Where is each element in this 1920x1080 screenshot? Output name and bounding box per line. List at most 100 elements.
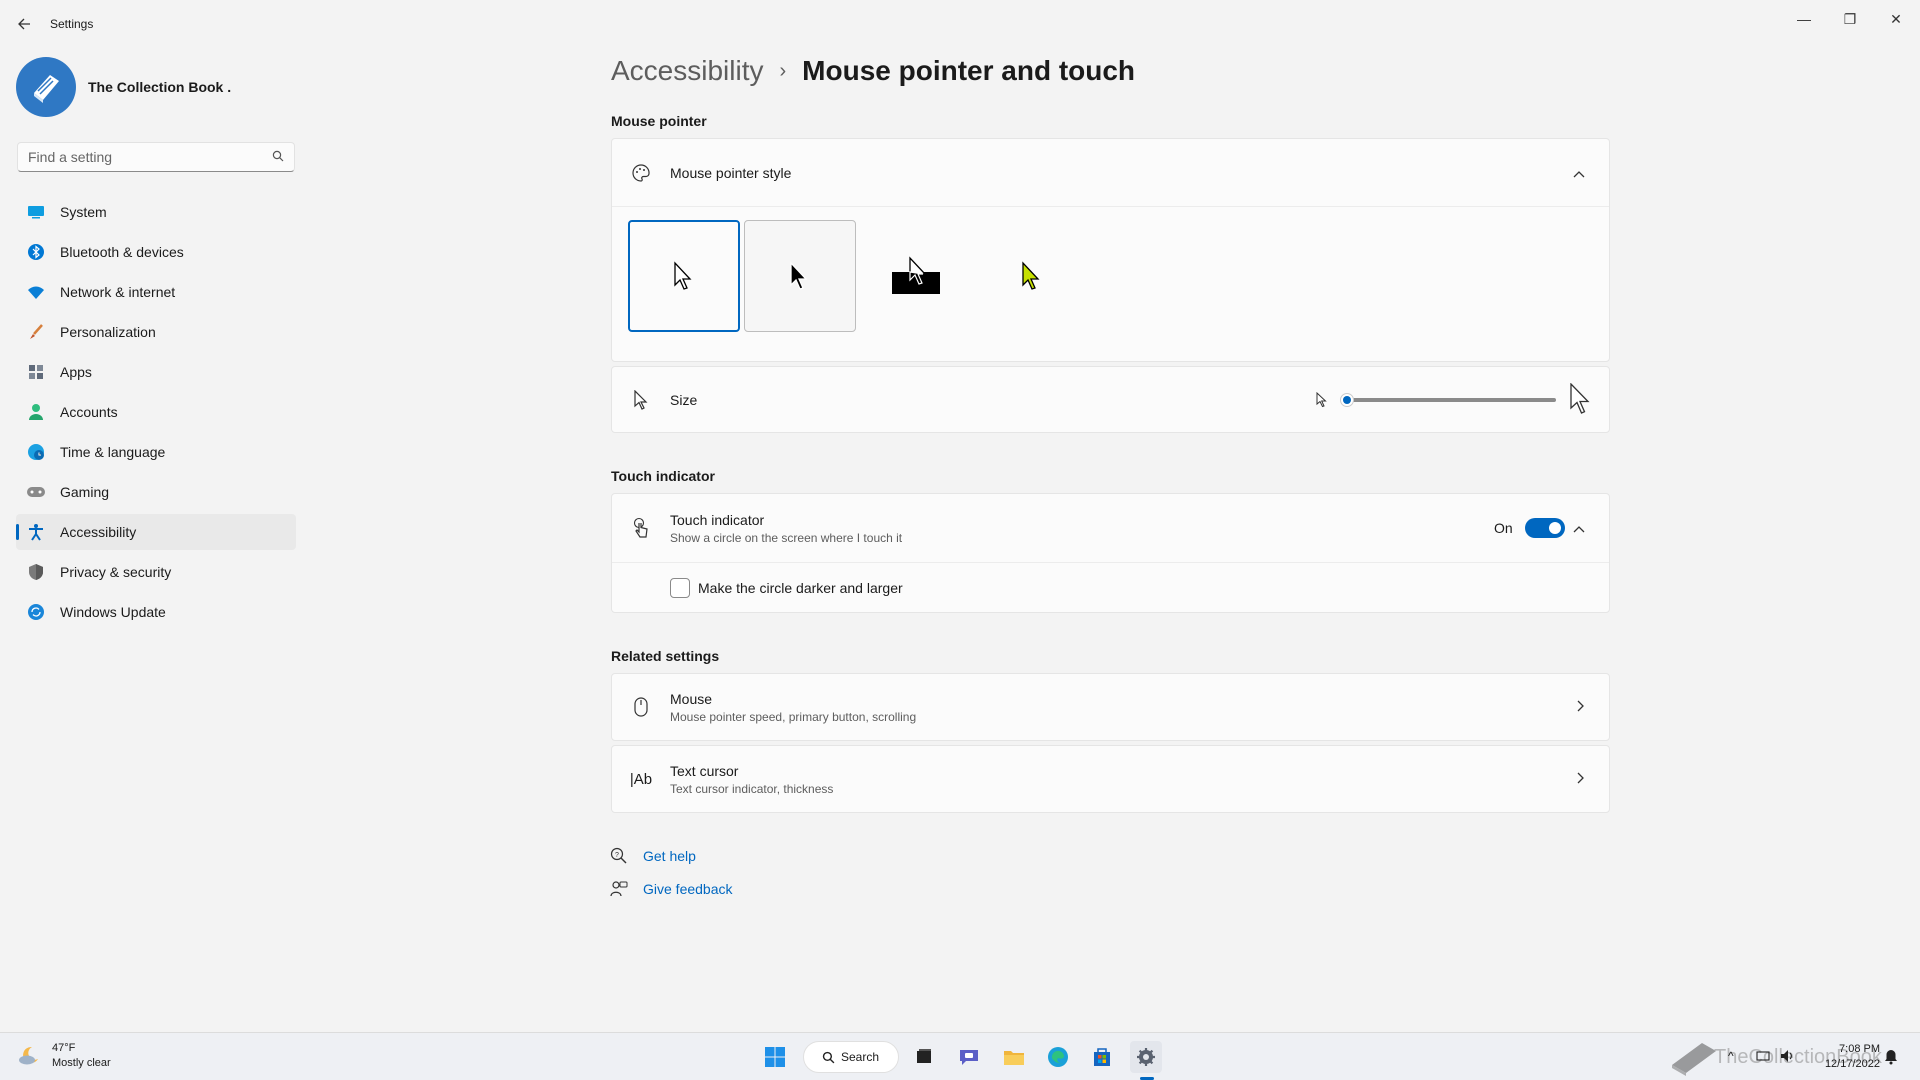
pointer-style-black[interactable] bbox=[744, 220, 856, 332]
taskbar-search-label: Search bbox=[841, 1050, 880, 1064]
related-mouse-subtitle: Mouse pointer speed, primary button, scr… bbox=[670, 709, 917, 724]
search-icon[interactable] bbox=[272, 150, 284, 165]
teams-chat-button[interactable] bbox=[953, 1041, 985, 1073]
get-help-link[interactable]: Get help bbox=[643, 848, 696, 864]
chevron-up-icon[interactable]: ^ bbox=[1728, 1049, 1734, 1063]
store-button[interactable] bbox=[1086, 1041, 1118, 1073]
related-text-cursor-subtitle: Text cursor indicator, thickness bbox=[670, 781, 834, 796]
size-slider-thumb[interactable] bbox=[1340, 393, 1354, 407]
touch-indicator-subtitle: Show a circle on the screen where I touc… bbox=[670, 530, 903, 545]
give-feedback-link[interactable]: Give feedback bbox=[643, 881, 733, 897]
related-text-cursor-title: Text cursor bbox=[670, 762, 739, 779]
book-watermark-icon bbox=[1672, 1043, 1716, 1076]
clock-date: 12/17/2022 bbox=[1824, 1058, 1880, 1070]
profile-name: The Collection Book . bbox=[88, 79, 232, 95]
mouse-pointer-style-header[interactable]: Mouse pointer style bbox=[612, 139, 1609, 207]
related-mouse-row[interactable]: Mouse Mouse pointer speed, primary butto… bbox=[612, 674, 1609, 740]
breadcrumb: Accessibility › Mouse pointer and touch bbox=[611, 55, 1135, 87]
chevron-right-icon bbox=[1577, 771, 1585, 787]
pointer-style-white[interactable] bbox=[628, 220, 740, 332]
sidebar-item-network[interactable]: Network & internet bbox=[16, 274, 296, 310]
clock[interactable]: 7:08 PM 12/17/2022 bbox=[1825, 1042, 1880, 1072]
inverted-cursor-icon bbox=[892, 256, 940, 294]
touch-indicator-card: Touch indicator Show a circle on the scr… bbox=[611, 493, 1610, 613]
back-button[interactable] bbox=[12, 12, 36, 36]
profile[interactable]: The Collection Book . bbox=[16, 57, 231, 117]
search-box[interactable] bbox=[17, 142, 295, 172]
small-cursor-icon bbox=[1316, 392, 1327, 408]
edge-icon bbox=[1048, 1047, 1068, 1067]
store-icon bbox=[1094, 1048, 1110, 1066]
related-text-cursor-row[interactable]: |Ab Text cursor Text cursor indicator, t… bbox=[612, 746, 1609, 812]
search-input[interactable] bbox=[28, 149, 272, 165]
taskbar-search[interactable]: Search bbox=[803, 1041, 899, 1073]
notification-bell-icon[interactable] bbox=[1884, 1049, 1898, 1065]
windows-logo-icon bbox=[765, 1047, 785, 1067]
sidebar-item-label: Bluetooth & devices bbox=[60, 244, 184, 260]
weather-temp: 47°F bbox=[52, 1042, 76, 1054]
section-label-related-settings: Related settings bbox=[611, 648, 720, 664]
pointer-style-custom[interactable] bbox=[976, 220, 1088, 332]
white-cursor-icon bbox=[674, 261, 692, 290]
sidebar-item-personalization[interactable]: Personalization bbox=[16, 314, 296, 350]
close-button[interactable]: ✕ bbox=[1873, 4, 1919, 34]
system-icon bbox=[26, 202, 46, 222]
accessibility-icon bbox=[26, 522, 46, 542]
section-label-mouse-pointer: Mouse pointer bbox=[611, 113, 707, 129]
size-slider-track[interactable] bbox=[1348, 398, 1556, 402]
edge-button[interactable] bbox=[1042, 1041, 1074, 1073]
custom-color-cursor-icon bbox=[1022, 261, 1040, 290]
chevron-right-icon: › bbox=[779, 59, 787, 82]
sidebar-item-label: Gaming bbox=[60, 484, 110, 500]
touch-indicator-header[interactable]: Touch indicator Show a circle on the scr… bbox=[612, 494, 1609, 563]
sidebar-item-label: System bbox=[60, 204, 107, 220]
sidebar-item-system[interactable]: System bbox=[16, 194, 296, 230]
chevron-up-icon[interactable] bbox=[1573, 165, 1585, 181]
apps-icon bbox=[26, 362, 46, 382]
breadcrumb-accessibility[interactable]: Accessibility bbox=[611, 55, 763, 87]
sidebar-item-gaming[interactable]: Gaming bbox=[16, 474, 296, 510]
file-explorer-button[interactable] bbox=[998, 1041, 1030, 1073]
sidebar-item-apps[interactable]: Apps bbox=[16, 354, 296, 390]
network-tray-icon[interactable] bbox=[1756, 1049, 1772, 1063]
sidebar-item-accounts[interactable]: Accounts bbox=[16, 394, 296, 430]
related-mouse-title: Mouse bbox=[670, 690, 713, 707]
restore-icon: ❐ bbox=[1843, 10, 1857, 27]
pointer-style-inverted[interactable] bbox=[860, 220, 972, 332]
sidebar-item-windows-update[interactable]: Windows Update bbox=[16, 594, 296, 630]
sidebar-item-bluetooth[interactable]: Bluetooth & devices bbox=[16, 234, 296, 270]
volume-icon[interactable] bbox=[1780, 1049, 1796, 1063]
taskbar: 47°F Mostly clear Search TheCollectionBo… bbox=[0, 1032, 1920, 1080]
chevron-up-icon[interactable] bbox=[1573, 520, 1585, 536]
sidebar-nav: System Bluetooth & devices Network & int… bbox=[16, 194, 296, 634]
section-label-touch-indicator: Touch indicator bbox=[611, 468, 715, 484]
weather-widget[interactable]: 47°F Mostly clear bbox=[16, 1041, 111, 1071]
darker-circle-checkbox[interactable] bbox=[670, 578, 690, 598]
touch-indicator-toggle[interactable] bbox=[1525, 518, 1565, 538]
help-icon: ? bbox=[609, 846, 629, 866]
minimize-button[interactable]: — bbox=[1781, 4, 1827, 34]
black-cursor-icon bbox=[790, 261, 808, 290]
arrow-left-icon bbox=[18, 18, 30, 30]
sidebar-item-accessibility[interactable]: Accessibility bbox=[16, 514, 296, 550]
related-text-cursor-card[interactable]: |Ab Text cursor Text cursor indicator, t… bbox=[611, 745, 1610, 813]
gear-icon bbox=[1137, 1048, 1155, 1066]
avatar bbox=[16, 57, 76, 117]
brush-icon bbox=[26, 322, 46, 342]
sidebar-item-label: Accounts bbox=[60, 404, 118, 420]
sidebar-item-label: Privacy & security bbox=[60, 564, 172, 580]
feedback-icon bbox=[609, 879, 629, 899]
sidebar-item-time-language[interactable]: Time & language bbox=[16, 434, 296, 470]
sidebar-item-label: Network & internet bbox=[60, 284, 176, 300]
settings-taskbar-button[interactable] bbox=[1130, 1041, 1162, 1073]
start-button[interactable] bbox=[759, 1041, 791, 1073]
maximize-button[interactable]: ❐ bbox=[1827, 4, 1873, 34]
task-view-button[interactable] bbox=[908, 1041, 940, 1073]
size-label: Size bbox=[670, 391, 698, 408]
related-mouse-card[interactable]: Mouse Mouse pointer speed, primary butto… bbox=[611, 673, 1610, 741]
update-icon bbox=[26, 602, 46, 622]
title-bar: Settings — ❐ ✕ bbox=[0, 0, 1920, 48]
sidebar-item-privacy[interactable]: Privacy & security bbox=[16, 554, 296, 590]
svg-text:?: ? bbox=[615, 852, 619, 859]
large-cursor-icon bbox=[1570, 383, 1590, 414]
